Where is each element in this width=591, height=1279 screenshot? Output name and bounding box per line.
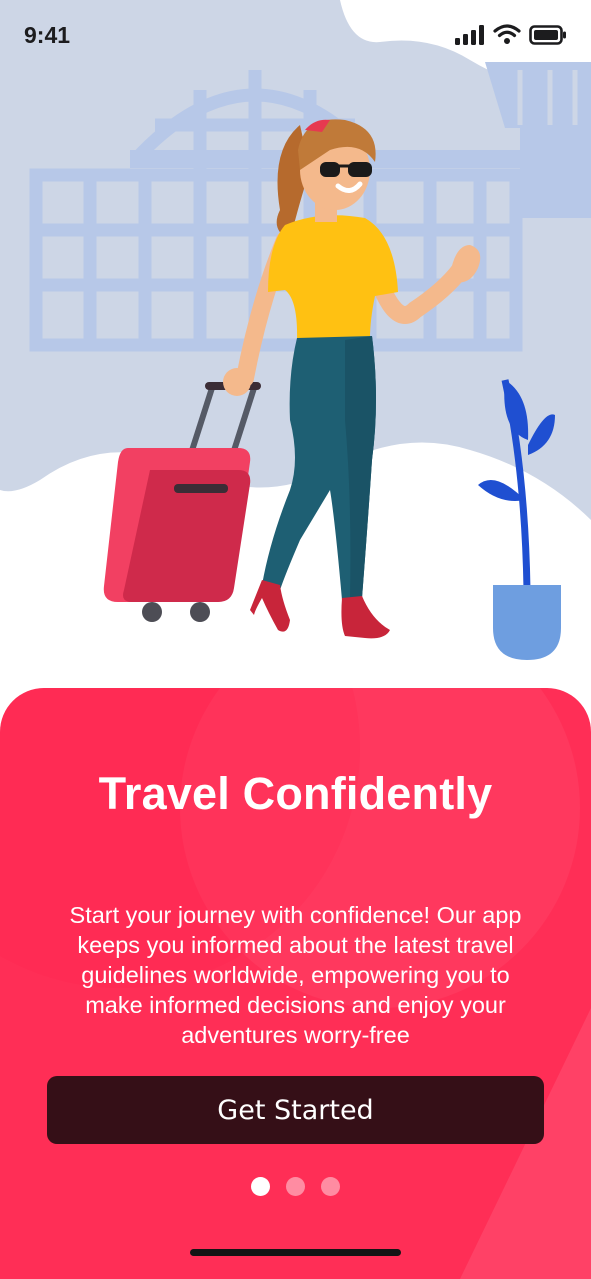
status-time: 9:41: [24, 22, 71, 48]
battery-icon: [529, 24, 566, 45]
page-dot-1[interactable]: [251, 1177, 270, 1196]
status-icons: [455, 24, 567, 45]
onboarding-card: Travel Confidently Start your journey wi…: [0, 688, 591, 1279]
status-bar: 9:41: [0, 0, 591, 70]
get-started-button[interactable]: Get Started: [47, 1076, 544, 1144]
page-indicator: [0, 1177, 591, 1196]
page-title: Travel Confidently: [98, 768, 493, 819]
wifi-icon: [493, 24, 521, 44]
description-text: Start your journey with confidence! Our …: [69, 902, 522, 1048]
cellular-signal-icon: [455, 24, 484, 45]
page-dot-2[interactable]: [286, 1177, 305, 1196]
home-indicator[interactable]: [190, 1249, 401, 1256]
page-dot-3[interactable]: [321, 1177, 340, 1196]
traveler-illustration: [0, 0, 591, 660]
